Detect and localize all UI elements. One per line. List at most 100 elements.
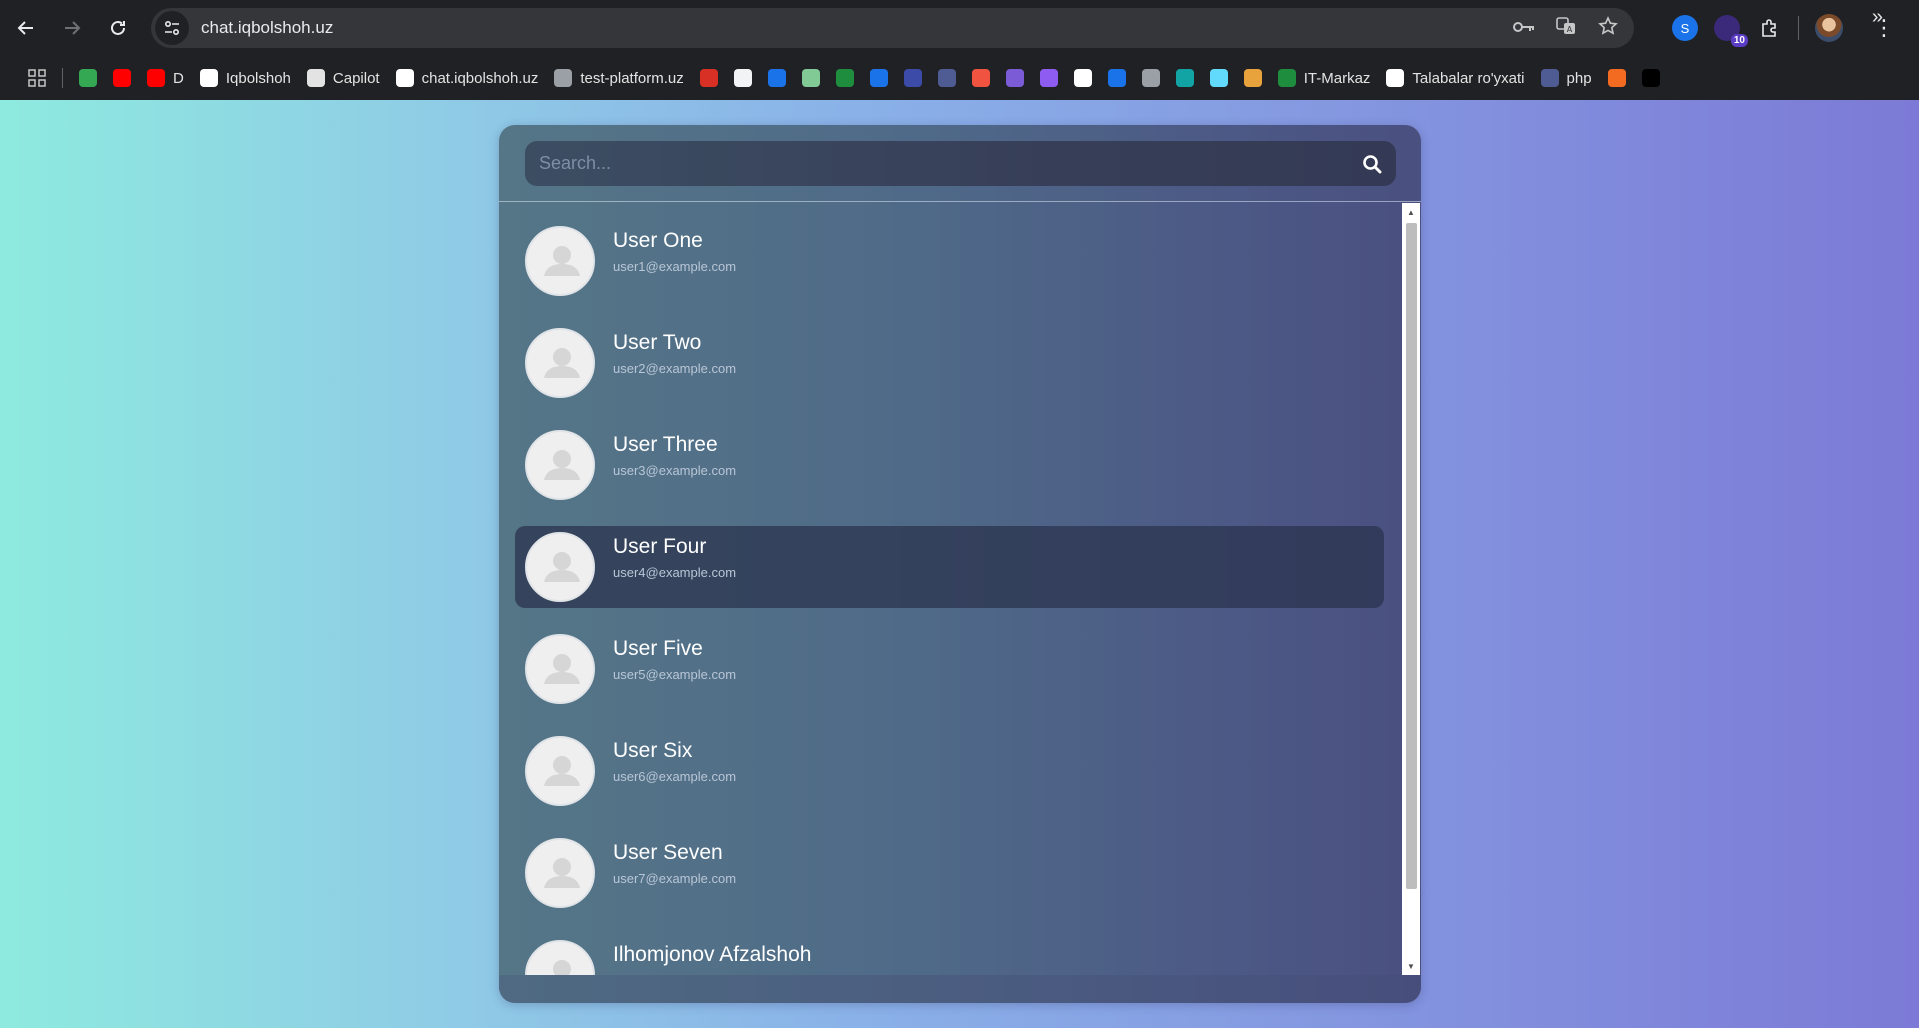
- scroll-down-arrow[interactable]: ▼: [1402, 957, 1420, 975]
- user-name: User Six: [613, 739, 693, 762]
- user-list-item[interactable]: User One user1@example.com: [515, 220, 1384, 302]
- bookmark-item[interactable]: [1134, 62, 1168, 94]
- search-header: [499, 125, 1421, 202]
- person-placeholder-icon: [544, 858, 580, 888]
- maps-icon: [79, 69, 97, 87]
- youtube-icon: [147, 69, 165, 87]
- user-avatar: [525, 328, 595, 398]
- bookmark-item[interactable]: [726, 62, 760, 94]
- extension-badge-icon[interactable]: 10: [1714, 15, 1748, 47]
- bookmark-item[interactable]: php: [1533, 62, 1600, 94]
- scrollbar[interactable]: ▲ ▼: [1402, 203, 1420, 975]
- user-list-item[interactable]: Ilhomjonov Afzalshoh: [515, 934, 1384, 975]
- bookmark-item[interactable]: [998, 62, 1032, 94]
- bookmark-item[interactable]: [1236, 62, 1270, 94]
- xp-icon: [835, 69, 854, 87]
- apps-grid-icon: [28, 69, 46, 87]
- bookmark-item[interactable]: IT-Markaz: [1270, 62, 1379, 94]
- sail-icon: [1243, 69, 1262, 87]
- bookmark-item[interactable]: [71, 62, 105, 94]
- globe-icon: [554, 69, 573, 87]
- user-email: user6@example.com: [613, 769, 737, 784]
- bookmark-item[interactable]: [1168, 62, 1202, 94]
- search-input[interactable]: [525, 141, 1348, 186]
- apps-grid-button[interactable]: [20, 62, 54, 94]
- arrow-left-icon: [17, 21, 33, 35]
- bookmark-label: chat.iqbolshoh.uz: [421, 69, 539, 87]
- omnibox-actions: A: [1512, 8, 1620, 48]
- search-button[interactable]: [1348, 141, 1396, 186]
- bookmark-item[interactable]: [862, 62, 896, 94]
- bookmark-item[interactable]: [964, 62, 998, 94]
- user-email: user2@example.com: [613, 361, 737, 376]
- more-bookmarks-icon[interactable]: »: [1872, 6, 1883, 29]
- shazam-extension-icon[interactable]: S: [1672, 15, 1698, 41]
- bookmark-item[interactable]: [1600, 62, 1634, 94]
- extension-badge-count: 10: [1730, 34, 1748, 47]
- translate-icon[interactable]: A: [1554, 16, 1578, 41]
- bookmark-item[interactable]: D: [139, 62, 192, 94]
- bookmark-item[interactable]: [692, 62, 726, 94]
- user-list-item[interactable]: User Five user5@example.com: [515, 628, 1384, 710]
- profile-avatar[interactable]: [1815, 14, 1843, 42]
- bookmark-item[interactable]: [105, 62, 139, 94]
- user-list-item[interactable]: User Four user4@example.com: [515, 526, 1384, 608]
- person-placeholder-icon: [544, 654, 580, 684]
- c-circle-icon: [1107, 69, 1126, 87]
- user-avatar: [525, 532, 595, 602]
- bookmark-item[interactable]: [1100, 62, 1134, 94]
- bookmark-item[interactable]: [794, 62, 828, 94]
- user-search-panel: User One user1@example.com User Two user2@e…: [499, 125, 1421, 1003]
- user-name: User Three: [613, 433, 718, 456]
- bookmark-item[interactable]: [896, 62, 930, 94]
- bookmark-label: Capilot: [332, 69, 380, 87]
- user-name: User Five: [613, 637, 703, 660]
- user-list-item[interactable]: User Six user6@example.com: [515, 730, 1384, 812]
- back-button[interactable]: [6, 8, 46, 48]
- laravel-icon: [971, 69, 990, 87]
- bookmark-item[interactable]: [828, 62, 862, 94]
- bookmark-item[interactable]: [1032, 62, 1066, 94]
- address-bar[interactable]: chat.iqbolshoh.uz A: [151, 8, 1634, 48]
- bookmark-item[interactable]: Talabalar ro'yxati: [1378, 62, 1532, 94]
- bookmark-item[interactable]: [1634, 62, 1668, 94]
- arrow-right-icon: [65, 21, 81, 35]
- bookmark-star-icon[interactable]: [1596, 15, 1620, 41]
- drop-icon: [1039, 69, 1058, 87]
- scroll-thumb[interactable]: [1406, 223, 1417, 889]
- person-placeholder-icon: [544, 348, 580, 378]
- bookmark-label: Iqbolshoh: [225, 69, 291, 87]
- user-list-item[interactable]: User Two user2@example.com: [515, 322, 1384, 404]
- bookmark-label: test-platform.uz: [580, 69, 684, 87]
- site-info-button[interactable]: [155, 11, 189, 45]
- password-key-icon[interactable]: [1512, 18, 1536, 39]
- react-icon: [1209, 69, 1228, 87]
- extensions-puzzle-icon[interactable]: [1756, 15, 1782, 41]
- person-placeholder-icon: [553, 960, 571, 975]
- bookmark-item[interactable]: chat.iqbolshoh.uz: [388, 62, 547, 94]
- user-email: user7@example.com: [613, 871, 737, 886]
- reload-icon: [111, 20, 125, 35]
- bookmark-item[interactable]: [1202, 62, 1236, 94]
- openai-icon: [1073, 69, 1092, 87]
- search-icon: [1363, 154, 1382, 173]
- user-list-item[interactable]: User Seven user7@example.com: [515, 832, 1384, 914]
- bookmark-item[interactable]: [930, 62, 964, 94]
- forward-button[interactable]: [52, 8, 92, 48]
- user-avatar: [525, 736, 595, 806]
- user-avatar: [525, 940, 595, 975]
- user-avatar: [525, 430, 595, 500]
- user-list-item[interactable]: User Three user3@example.com: [515, 424, 1384, 506]
- github-icon: [199, 69, 218, 87]
- bookmark-item[interactable]: Capilot: [299, 62, 388, 94]
- user-avatar: [525, 634, 595, 704]
- person-placeholder-icon: [544, 450, 580, 480]
- scroll-up-arrow[interactable]: ▲: [1402, 203, 1420, 221]
- bookmark-item[interactable]: Iqbolshoh: [192, 62, 299, 94]
- reload-button[interactable]: [98, 8, 138, 48]
- user-name: Ilhomjonov Afzalshoh: [613, 943, 812, 966]
- bookmark-item[interactable]: [760, 62, 794, 94]
- bookmark-item[interactable]: [1066, 62, 1100, 94]
- user-list-scroll-area[interactable]: User One user1@example.com User Two user2@e…: [499, 203, 1421, 975]
- bookmark-item[interactable]: test-platform.uz: [546, 62, 691, 94]
